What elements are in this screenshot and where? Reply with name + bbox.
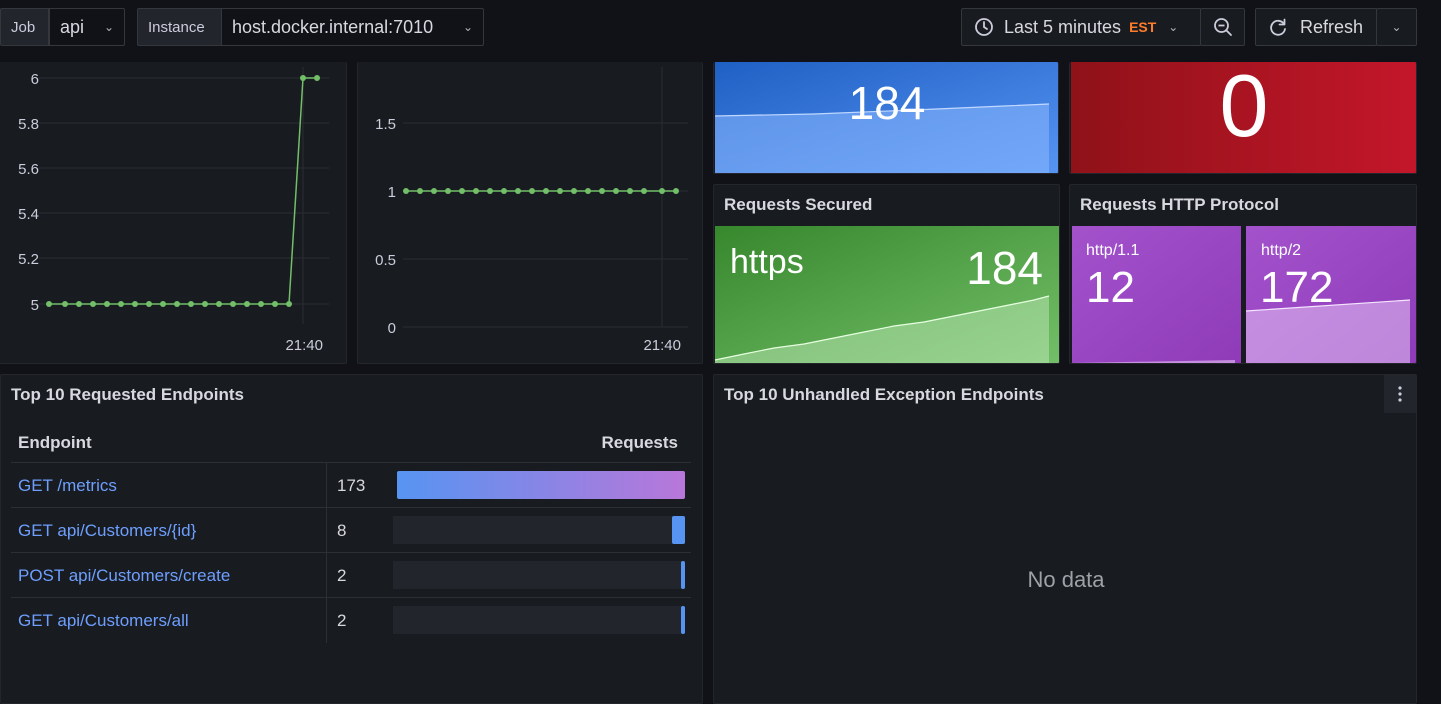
request-gauge bbox=[393, 516, 685, 544]
stat-value-errors: 0 bbox=[1219, 62, 1269, 155]
stat-panel-http-protocol: Requests HTTP Protocol http/1.1 12 http/… bbox=[1069, 184, 1417, 364]
timeseries-chart-left: 6 5.8 5.6 5.4 5.2 5 21:40 bbox=[18, 67, 329, 354]
y-tick-label: 1.5 bbox=[375, 116, 396, 133]
stat-panel-requests-secured: Requests Secured https 184 bbox=[713, 184, 1060, 364]
panel-menu-button[interactable] bbox=[1384, 375, 1416, 413]
y-tick-label: 6 bbox=[31, 71, 39, 88]
endpoint-link[interactable]: GET /metrics bbox=[18, 476, 117, 496]
request-gauge-fill bbox=[681, 606, 685, 634]
y-tick-label: 0.5 bbox=[375, 252, 396, 269]
more-vertical-icon bbox=[1398, 386, 1402, 402]
table-panel-top-exceptions: Top 10 Unhandled Exception Endpoints No … bbox=[713, 374, 1417, 704]
timeseries-panel-left: 6 5.8 5.6 5.4 5.2 5 21:40 bbox=[0, 62, 347, 364]
x-tick-label: 21:40 bbox=[285, 337, 323, 354]
chevron-down-icon: ⌄ bbox=[103, 20, 114, 34]
table-row: GET api/Customers/{id} 8 bbox=[11, 507, 691, 553]
timeseries-chart-middle: 1.5 1 0.5 0 21:40 bbox=[375, 67, 688, 354]
clock-icon bbox=[975, 18, 993, 36]
x-tick-label: 21:40 bbox=[643, 337, 681, 354]
timezone-badge: EST bbox=[1129, 19, 1157, 35]
request-gauge bbox=[397, 471, 685, 499]
column-header-requests[interactable]: Requests bbox=[601, 433, 678, 453]
protocol-value-http11: 12 bbox=[1086, 263, 1135, 312]
endpoint-link[interactable]: GET api/Customers/all bbox=[18, 611, 189, 631]
time-range-picker[interactable]: Last 5 minutes EST ⌄ bbox=[961, 8, 1201, 46]
panel-title: Requests HTTP Protocol bbox=[1080, 195, 1279, 214]
y-tick-label: 5.2 bbox=[18, 251, 39, 268]
request-count: 2 bbox=[337, 566, 347, 585]
request-gauge bbox=[393, 606, 685, 634]
request-count: 173 bbox=[337, 476, 366, 495]
stat-panel-errors: 0 bbox=[1069, 62, 1417, 174]
y-tick-label: 0 bbox=[388, 320, 396, 337]
request-gauge-fill bbox=[681, 561, 685, 589]
time-range-label: Last 5 minutes bbox=[1004, 16, 1122, 37]
series-points-left bbox=[46, 75, 320, 307]
column-header-endpoint[interactable]: Endpoint bbox=[18, 433, 92, 453]
chevron-down-icon: ⌄ bbox=[1168, 20, 1179, 34]
secured-value: 184 bbox=[966, 242, 1043, 294]
no-data-message: No data bbox=[1027, 567, 1105, 592]
table-panel-top-requested: Top 10 Requested Endpoints Endpoint Requ… bbox=[0, 374, 703, 704]
request-count: 8 bbox=[337, 521, 347, 540]
timeseries-panel-middle: 1.5 1 0.5 0 21:40 bbox=[357, 62, 703, 364]
request-gauge-fill bbox=[397, 471, 685, 499]
protocol-label-http11: http/1.1 bbox=[1086, 242, 1140, 259]
table-row: GET /metrics 173 bbox=[11, 462, 691, 508]
refresh-button[interactable]: Refresh bbox=[1255, 8, 1377, 46]
refresh-label: Refresh bbox=[1300, 16, 1364, 37]
endpoint-link[interactable]: GET api/Customers/{id} bbox=[18, 521, 196, 541]
y-tick-label: 5.4 bbox=[18, 206, 39, 223]
column-divider bbox=[326, 598, 327, 643]
y-tick-label: 5 bbox=[31, 297, 39, 314]
job-variable-select[interactable]: api ⌄ bbox=[49, 8, 125, 46]
protocol-value-http2: 172 bbox=[1260, 263, 1334, 312]
secured-protocol-label: https bbox=[730, 243, 804, 281]
request-count: 2 bbox=[337, 611, 347, 630]
refresh-icon bbox=[1270, 18, 1286, 36]
panel-title: Requests Secured bbox=[724, 195, 873, 214]
protocol-label-http2: http/2 bbox=[1261, 242, 1302, 259]
stat-value-total: 184 bbox=[848, 77, 926, 129]
instance-variable-value: host.docker.internal:7010 bbox=[232, 16, 434, 37]
refresh-interval-dropdown[interactable]: ⌄ bbox=[1376, 8, 1417, 46]
instance-variable-label: Instance bbox=[137, 8, 222, 46]
y-tick-label: 1 bbox=[388, 184, 396, 201]
endpoint-link[interactable]: POST api/Customers/create bbox=[18, 566, 230, 586]
request-gauge-fill bbox=[672, 516, 685, 544]
panel-title: Top 10 Unhandled Exception Endpoints bbox=[724, 385, 1044, 404]
chevron-down-icon: ⌄ bbox=[1391, 20, 1402, 34]
job-variable-label: Job bbox=[0, 8, 49, 46]
zoom-out-button[interactable] bbox=[1200, 8, 1245, 46]
dashboard-toolbar: Job api ⌄ Instance host.docker.internal:… bbox=[0, 0, 1441, 62]
y-tick-label: 5.8 bbox=[18, 116, 39, 133]
zoom-out-icon bbox=[1213, 18, 1232, 36]
column-divider bbox=[326, 553, 327, 598]
stat-panel-total-requests: 184 bbox=[713, 62, 1059, 174]
request-gauge bbox=[393, 561, 685, 589]
panel-title: Top 10 Requested Endpoints bbox=[11, 385, 244, 404]
table-row: POST api/Customers/create 2 bbox=[11, 552, 691, 598]
instance-variable-select[interactable]: host.docker.internal:7010 ⌄ bbox=[221, 8, 484, 46]
y-tick-label: 5.6 bbox=[18, 161, 39, 178]
chevron-down-icon: ⌄ bbox=[462, 20, 473, 34]
table-row: GET api/Customers/all 2 bbox=[11, 597, 691, 643]
job-variable-value: api bbox=[60, 16, 85, 37]
column-divider bbox=[326, 463, 327, 508]
column-divider bbox=[326, 508, 327, 553]
